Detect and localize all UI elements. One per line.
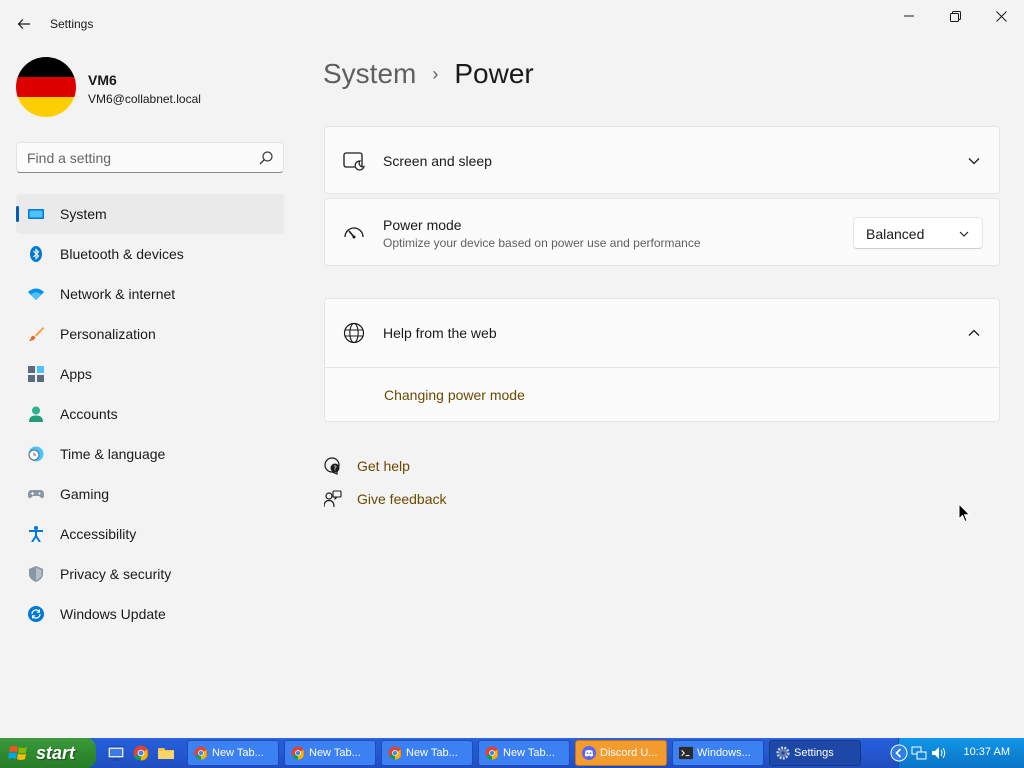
volume-icon[interactable] — [931, 745, 947, 761]
taskbar: start New Tab... New Tab... New Tab... N… — [0, 738, 1024, 768]
chrome-icon — [194, 746, 208, 760]
user-name: VM6 — [88, 72, 117, 88]
globe-icon — [343, 322, 365, 344]
gamepad-icon — [28, 490, 44, 499]
back-arrow-icon — [17, 19, 30, 29]
help-title: Help from the web — [383, 325, 497, 341]
power-mode-subtitle: Optimize your device based on power use … — [383, 236, 701, 250]
folder-icon[interactable] — [158, 745, 174, 761]
discord-icon — [582, 746, 596, 760]
clock-globe-icon — [28, 446, 44, 462]
screen-sleep-title: Screen and sleep — [383, 153, 492, 169]
title-bar: Settings — [0, 0, 1024, 48]
breadcrumb: System › Power — [323, 58, 534, 90]
app-title: Settings — [50, 17, 94, 31]
power-mode-title: Power mode — [383, 217, 462, 233]
sidebar-item-bluetooth[interactable]: Bluetooth & devices — [16, 234, 284, 274]
apps-icon — [28, 366, 44, 382]
help-header[interactable]: Help from the web — [325, 299, 999, 367]
sidebar-item-accounts[interactable]: Accounts — [16, 394, 284, 434]
search-icon[interactable] — [259, 151, 273, 165]
get-help-link[interactable]: ? Get help — [324, 457, 410, 475]
minimize-icon — [904, 15, 914, 17]
help-card: Help from the web Changing power mode — [324, 298, 1000, 422]
bluetooth-icon — [30, 246, 42, 262]
restore-button[interactable] — [932, 0, 978, 32]
taskbar-button-windows-terminal[interactable]: Windows... — [672, 740, 764, 766]
breadcrumb-parent[interactable]: System — [323, 58, 416, 90]
search-input[interactable] — [27, 149, 247, 167]
gear-icon — [776, 746, 790, 760]
power-mode-value: Balanced — [866, 226, 925, 242]
back-button[interactable] — [10, 10, 38, 38]
clock[interactable]: 10:37 AM — [964, 746, 1010, 758]
search-box[interactable] — [16, 142, 284, 173]
shield-icon — [29, 566, 43, 582]
chrome-icon — [388, 746, 402, 760]
power-mode-card: Power mode Optimize your device based on… — [324, 198, 1000, 266]
svg-text:?: ? — [333, 465, 337, 473]
taskbar-button-new-tab-4[interactable]: New Tab... — [478, 740, 570, 766]
power-mode-dropdown[interactable]: Balanced — [853, 217, 983, 249]
accessibility-icon — [29, 526, 43, 542]
person-icon — [29, 406, 43, 422]
sidebar-item-gaming[interactable]: Gaming — [16, 474, 284, 514]
minimize-button[interactable] — [886, 0, 932, 32]
give-feedback-link[interactable]: Give feedback — [324, 490, 447, 508]
mouse-cursor-icon — [958, 503, 971, 523]
start-button[interactable]: start — [0, 738, 96, 768]
sidebar-item-privacy[interactable]: Privacy & security — [16, 554, 284, 594]
chrome-icon — [291, 746, 305, 760]
show-desktop-icon[interactable] — [108, 745, 124, 761]
terminal-icon — [679, 746, 693, 760]
close-button[interactable] — [978, 0, 1024, 32]
avatar[interactable] — [16, 57, 76, 117]
sidebar-nav: System Bluetooth & devices Network & int… — [16, 194, 284, 634]
sidebar-item-windows-update[interactable]: Windows Update — [16, 594, 284, 634]
taskbar-button-new-tab-3[interactable]: New Tab... — [381, 740, 473, 766]
sidebar-item-apps[interactable]: Apps — [16, 354, 284, 394]
chrome-icon — [485, 746, 499, 760]
restore-icon — [949, 10, 961, 22]
system-icon — [28, 209, 44, 219]
sidebar-item-personalization[interactable]: Personalization — [16, 314, 284, 354]
screen-sleep-card[interactable]: Screen and sleep — [324, 126, 1000, 194]
feedback-icon — [324, 490, 342, 508]
help-link-changing-power-mode[interactable]: Changing power mode — [384, 387, 525, 403]
help-chat-icon: ? — [324, 457, 340, 475]
active-indicator — [16, 206, 19, 222]
sidebar-item-time-language[interactable]: Time & language — [16, 434, 284, 474]
help-divider — [325, 367, 999, 368]
page-title: Power — [454, 58, 534, 89]
sidebar-item-system[interactable]: System — [16, 194, 284, 234]
brush-icon — [29, 327, 44, 341]
sidebar-item-accessibility[interactable]: Accessibility — [16, 514, 284, 554]
chevron-up-icon[interactable] — [967, 326, 981, 340]
update-icon — [28, 606, 44, 622]
close-icon — [995, 10, 1007, 22]
chrome-icon[interactable] — [133, 745, 149, 761]
network-icon[interactable] — [911, 745, 927, 761]
taskbar-button-new-tab-2[interactable]: New Tab... — [284, 740, 376, 766]
system-tray: 10:37 AM — [890, 738, 1024, 768]
taskbar-button-discord[interactable]: Discord U... — [575, 740, 667, 766]
sidebar-item-network[interactable]: Network & internet — [16, 274, 284, 314]
user-email: VM6@collabnet.local — [88, 92, 201, 106]
speedometer-icon — [344, 227, 364, 239]
chevron-down-icon[interactable] — [967, 154, 981, 168]
chevron-down-icon — [959, 231, 969, 237]
windows-flag-icon — [8, 746, 27, 760]
tray-expand-icon[interactable] — [890, 744, 908, 762]
taskbar-button-new-tab-1[interactable]: New Tab... — [187, 740, 279, 766]
screen-sleep-icon — [343, 152, 365, 171]
taskbar-button-settings[interactable]: Settings — [769, 740, 861, 766]
breadcrumb-separator: › — [432, 63, 439, 84]
wifi-icon — [28, 288, 44, 300]
